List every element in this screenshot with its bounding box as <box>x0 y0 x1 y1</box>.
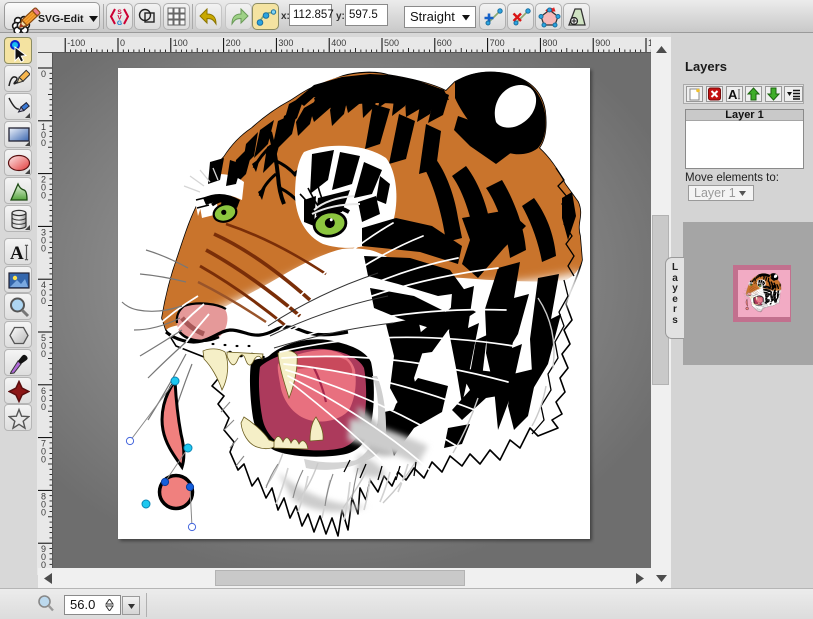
svg-text:-100: -100 <box>67 38 85 48</box>
svg-text:0: 0 <box>41 138 46 148</box>
svg-text:0: 0 <box>120 38 125 48</box>
svg-text:100: 100 <box>173 38 188 48</box>
svg-text:0: 0 <box>41 507 46 517</box>
svg-text:0: 0 <box>41 455 46 465</box>
svg-text:900: 900 <box>595 38 610 48</box>
svg-text:0: 0 <box>41 191 46 201</box>
svg-text:0: 0 <box>41 296 46 306</box>
svg-text:400: 400 <box>331 38 346 48</box>
svg-text:800: 800 <box>542 38 557 48</box>
svg-text:0: 0 <box>41 402 46 412</box>
svg-text:600: 600 <box>437 38 452 48</box>
svg-text:0: 0 <box>41 243 46 253</box>
svg-text:500: 500 <box>384 38 399 48</box>
svg-text:0: 0 <box>41 69 46 79</box>
svg-text:A: A <box>728 87 738 101</box>
svg-text:A: A <box>10 243 24 263</box>
svg-text:700: 700 <box>490 38 505 48</box>
svg-text:200: 200 <box>226 38 241 48</box>
svg-text:G: G <box>117 20 122 27</box>
svg-text:0: 0 <box>41 349 46 359</box>
svg-text:300: 300 <box>278 38 293 48</box>
